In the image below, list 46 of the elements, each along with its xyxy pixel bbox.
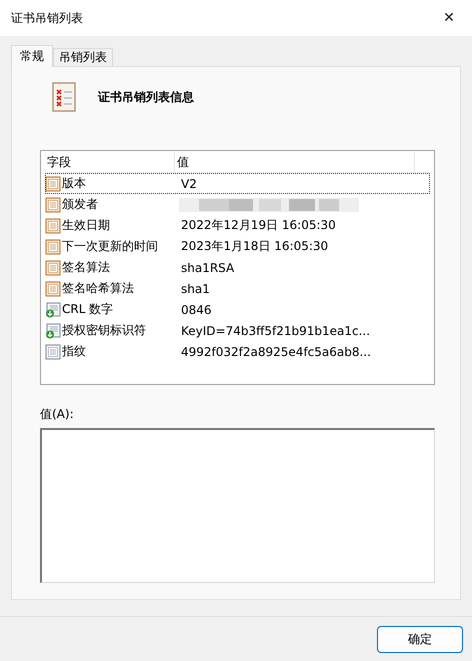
field-name: 颁发者 [62,196,98,213]
field-value: KeyID=74b3ff5f21b91b1ea1c... [180,324,370,338]
field-name: CRL 数字 [62,301,114,318]
list-row[interactable]: 签名哈希算法 sha1 [45,278,430,299]
column-header[interactable]: 字段 [45,152,175,172]
field-value: 4992f032f2a8925e4fc5a6ab8... [180,344,371,358]
document-icon [45,238,61,254]
list-row[interactable]: 授权密钥标识符 KeyID=74b3ff5f21b91b1ea1c... [45,320,430,341]
tab[interactable]: 常规 [11,45,53,67]
list-row[interactable]: 签名算法 sha1RSA [45,257,430,278]
field-value: V2 [180,176,197,190]
header-title: 证书吊销列表信息 [98,88,194,106]
document-icon [45,344,61,360]
document-icon [45,196,61,212]
list-row[interactable]: 指纹 4992f032f2a8925e4fc5a6ab8... [45,341,430,362]
tab[interactable]: 吊销列表 [53,48,113,66]
field-value: sha1 [180,282,210,296]
window-title: 证书吊销列表 [11,10,83,26]
field-name: 生效日期 [62,217,110,234]
ok-button[interactable]: 确定 [377,626,463,652]
field-name: 下一次更新的时间 [62,238,158,255]
list-row[interactable]: 颁发者 [45,194,430,215]
document-icon [45,176,61,192]
document-download-icon [45,302,61,318]
field-name: 签名哈希算法 [62,280,134,297]
document-icon [45,218,61,234]
document-icon [45,280,61,296]
document-download-icon [45,322,61,338]
document-icon [45,260,61,276]
field-name: 签名算法 [62,259,110,276]
field-value: 2023年1月18日 16:05:30 [180,238,328,255]
value-field[interactable] [40,428,435,583]
field-value: sha1RSA [180,260,234,274]
column-header[interactable]: 值 [175,152,415,172]
field-value: 0846 [180,302,212,316]
list-row[interactable]: 生效日期 2022年12月19日 16:05:30 [45,215,430,236]
field-name: 授权密钥标识符 [62,322,146,339]
close-button[interactable]: ✕ [426,0,472,36]
field-name: 版本 [62,175,86,192]
field-name: 指纹 [62,343,86,360]
value-label: 值(A): [40,406,75,423]
field-value: 2022年12月19日 16:05:30 [180,217,336,234]
certificate-list-icon [52,82,76,112]
list-row[interactable]: CRL 数字 0846 [45,299,430,320]
list-row[interactable]: 版本 V2 [45,173,430,194]
list-row[interactable]: 下一次更新的时间 2023年1月18日 16:05:30 [45,236,430,257]
